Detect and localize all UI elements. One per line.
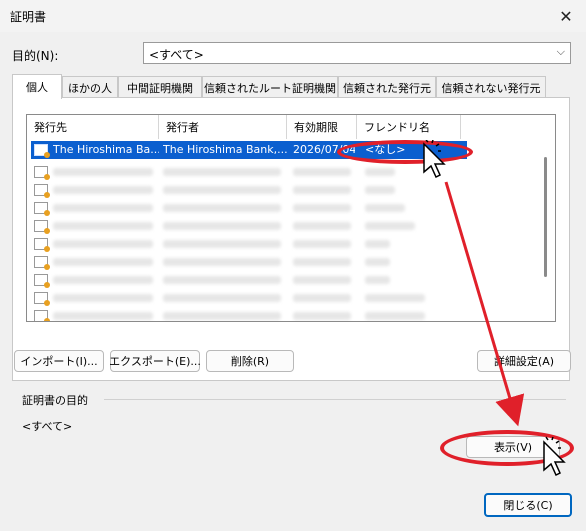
annotation-arrow: [444, 181, 525, 427]
mouse-pointer-icon: [423, 140, 446, 179]
tab-personal[interactable]: 個人: [12, 74, 62, 99]
mouse-pointer-icon: [543, 436, 566, 477]
